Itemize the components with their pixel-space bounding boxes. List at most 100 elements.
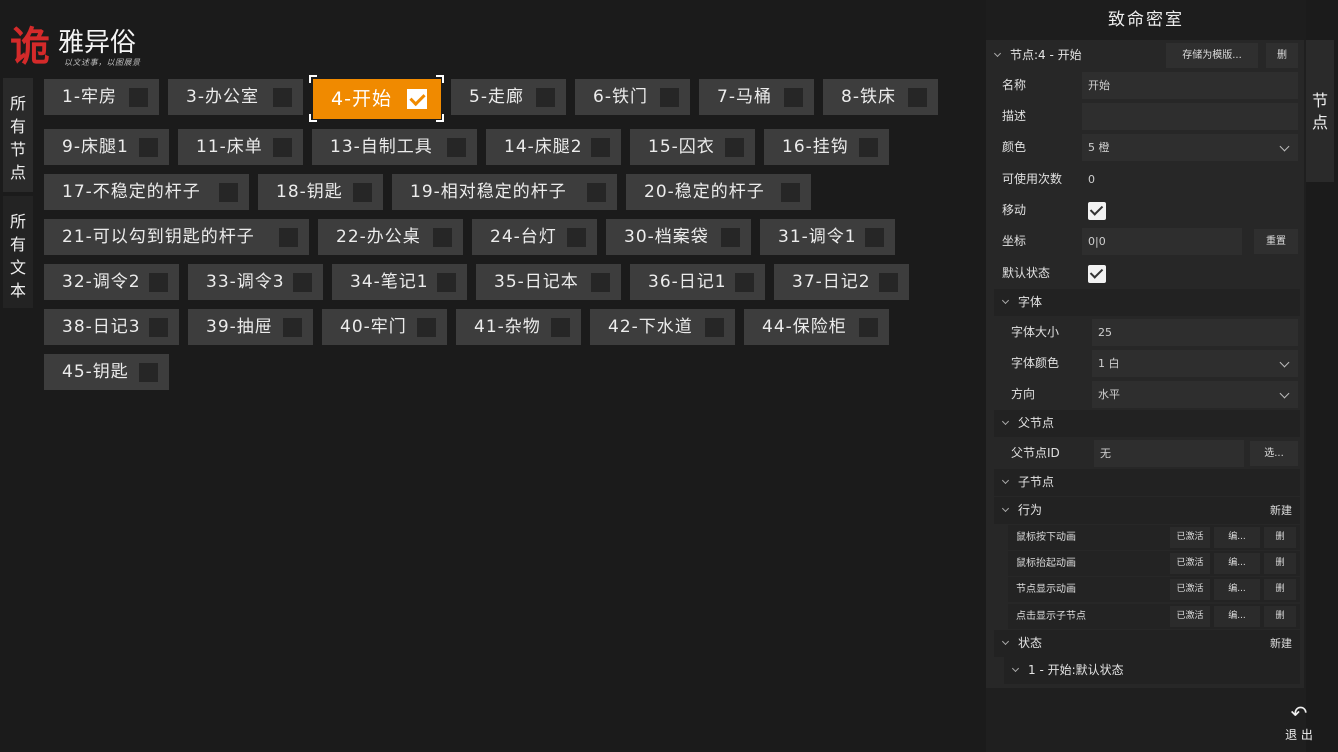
node-checkbox[interactable] xyxy=(587,183,606,202)
behavior-edit-button[interactable]: 编... xyxy=(1214,579,1260,600)
node-checkbox[interactable] xyxy=(721,228,740,247)
font-color-select[interactable]: 1 白 xyxy=(1092,350,1298,377)
node-checkbox[interactable] xyxy=(591,273,610,292)
node-checkbox-checked[interactable] xyxy=(407,89,427,109)
behavior-section[interactable]: 行为 新建 xyxy=(994,497,1300,524)
node-button[interactable]: 38-日记3 xyxy=(44,309,179,345)
node-checkbox[interactable] xyxy=(293,273,312,292)
parent-section[interactable]: 父节点 xyxy=(994,410,1300,437)
node-header[interactable]: 节点:4 - 开始 xyxy=(986,42,1166,69)
selection-handle[interactable] xyxy=(436,114,444,122)
save-template-button[interactable]: 存储为模版... xyxy=(1166,43,1258,68)
node-checkbox[interactable] xyxy=(273,138,292,157)
select-parent-button[interactable]: 选... xyxy=(1250,441,1298,466)
node-button[interactable]: 22-办公桌 xyxy=(318,219,463,255)
node-button[interactable]: 14-床腿2 xyxy=(486,129,621,165)
node-button[interactable]: 37-日记2 xyxy=(774,264,909,300)
node-checkbox[interactable] xyxy=(735,273,754,292)
node-button[interactable]: 9-床腿1 xyxy=(44,129,169,165)
selection-handle[interactable] xyxy=(309,75,317,83)
node-checkbox[interactable] xyxy=(551,318,570,337)
node-checkbox[interactable] xyxy=(219,183,238,202)
node-button[interactable]: 42-下水道 xyxy=(590,309,735,345)
tab-nodes-right[interactable]: 节点 xyxy=(1306,40,1334,182)
node-button[interactable]: 1-牢房 xyxy=(44,79,159,115)
node-checkbox[interactable] xyxy=(908,88,927,107)
node-button[interactable]: 21-可以勾到钥匙的杆子 xyxy=(44,219,309,255)
node-button[interactable]: 36-日记1 xyxy=(630,264,765,300)
node-checkbox[interactable] xyxy=(879,273,898,292)
node-button[interactable]: 32-调令2 xyxy=(44,264,179,300)
node-checkbox[interactable] xyxy=(283,318,302,337)
tab-all-texts[interactable]: 所有文本 xyxy=(3,196,33,308)
node-checkbox[interactable] xyxy=(433,228,452,247)
behavior-delete-button[interactable]: 删 xyxy=(1264,553,1296,574)
node-button[interactable]: 33-调令3 xyxy=(188,264,323,300)
new-state-button[interactable]: 新建 xyxy=(1270,630,1292,657)
node-checkbox[interactable] xyxy=(660,88,679,107)
delete-node-button[interactable]: 删 xyxy=(1266,43,1298,68)
node-button[interactable]: 18-钥匙 xyxy=(258,174,383,210)
node-button[interactable]: 17-不稳定的杆子 xyxy=(44,174,249,210)
node-checkbox[interactable] xyxy=(865,228,884,247)
node-button[interactable]: 8-铁床 xyxy=(823,79,938,115)
node-checkbox[interactable] xyxy=(129,88,148,107)
tab-all-nodes[interactable]: 所有节点 xyxy=(3,78,33,192)
node-checkbox[interactable] xyxy=(859,138,878,157)
move-checkbox[interactable] xyxy=(1088,202,1106,220)
behavior-status-button[interactable]: 已激活 xyxy=(1170,553,1210,574)
node-checkbox[interactable] xyxy=(273,88,292,107)
node-checkbox[interactable] xyxy=(139,138,158,157)
uses-field[interactable]: 0 xyxy=(1082,166,1298,193)
node-button[interactable]: 15-囚衣 xyxy=(630,129,755,165)
node-button[interactable]: 19-相对稳定的杆子 xyxy=(392,174,617,210)
behavior-delete-button[interactable]: 删 xyxy=(1264,579,1296,600)
behavior-edit-button[interactable]: 编... xyxy=(1214,553,1260,574)
default-state-checkbox[interactable] xyxy=(1088,265,1106,283)
node-button[interactable]: 34-笔记1 xyxy=(332,264,467,300)
node-checkbox[interactable] xyxy=(437,273,456,292)
node-button[interactable]: 3-办公室 xyxy=(168,79,303,115)
behavior-delete-button[interactable]: 删 xyxy=(1264,527,1296,548)
node-button[interactable]: 40-牢门 xyxy=(322,309,447,345)
node-checkbox[interactable] xyxy=(781,183,800,202)
node-button[interactable]: 16-挂钩 xyxy=(764,129,889,165)
behavior-status-button[interactable]: 已激活 xyxy=(1170,579,1210,600)
node-checkbox[interactable] xyxy=(591,138,610,157)
node-button[interactable]: 41-杂物 xyxy=(456,309,581,345)
node-checkbox[interactable] xyxy=(705,318,724,337)
node-checkbox[interactable] xyxy=(447,138,466,157)
new-behavior-button[interactable]: 新建 xyxy=(1270,497,1292,524)
node-checkbox[interactable] xyxy=(567,228,586,247)
node-checkbox[interactable] xyxy=(536,88,555,107)
node-checkbox[interactable] xyxy=(149,273,168,292)
node-checkbox[interactable] xyxy=(279,228,298,247)
reset-button[interactable]: 重置 xyxy=(1254,229,1298,254)
direction-select[interactable]: 水平 xyxy=(1092,381,1298,408)
name-field[interactable]: 开始 xyxy=(1082,72,1298,99)
node-checkbox[interactable] xyxy=(417,318,436,337)
font-section[interactable]: 字体 xyxy=(994,289,1300,316)
behavior-delete-button[interactable]: 删 xyxy=(1264,606,1296,627)
node-button[interactable]: 6-铁门 xyxy=(575,79,690,115)
node-checkbox[interactable] xyxy=(149,318,168,337)
font-size-field[interactable]: 25 xyxy=(1092,319,1298,346)
node-button[interactable]: 31-调令1 xyxy=(760,219,895,255)
node-checkbox[interactable] xyxy=(725,138,744,157)
exit-button[interactable]: ↶ 退 出 xyxy=(1275,696,1323,748)
behavior-edit-button[interactable]: 编... xyxy=(1214,527,1260,548)
node-checkbox[interactable] xyxy=(859,318,878,337)
behavior-status-button[interactable]: 已激活 xyxy=(1170,606,1210,627)
node-button-active[interactable]: 4-开始 xyxy=(313,79,441,119)
node-button[interactable]: 24-台灯 xyxy=(472,219,597,255)
children-section[interactable]: 子节点 xyxy=(994,469,1300,496)
selection-handle[interactable] xyxy=(436,75,444,83)
node-button[interactable]: 44-保险柜 xyxy=(744,309,889,345)
desc-field[interactable] xyxy=(1082,103,1298,130)
node-button[interactable]: 35-日记本 xyxy=(476,264,621,300)
node-button[interactable]: 13-自制工具 xyxy=(312,129,477,165)
state-item[interactable]: 1 - 开始:默认状态 xyxy=(1004,657,1300,684)
node-checkbox[interactable] xyxy=(353,183,372,202)
parent-id-field[interactable]: 无 xyxy=(1094,440,1244,467)
node-button[interactable]: 30-档案袋 xyxy=(606,219,751,255)
